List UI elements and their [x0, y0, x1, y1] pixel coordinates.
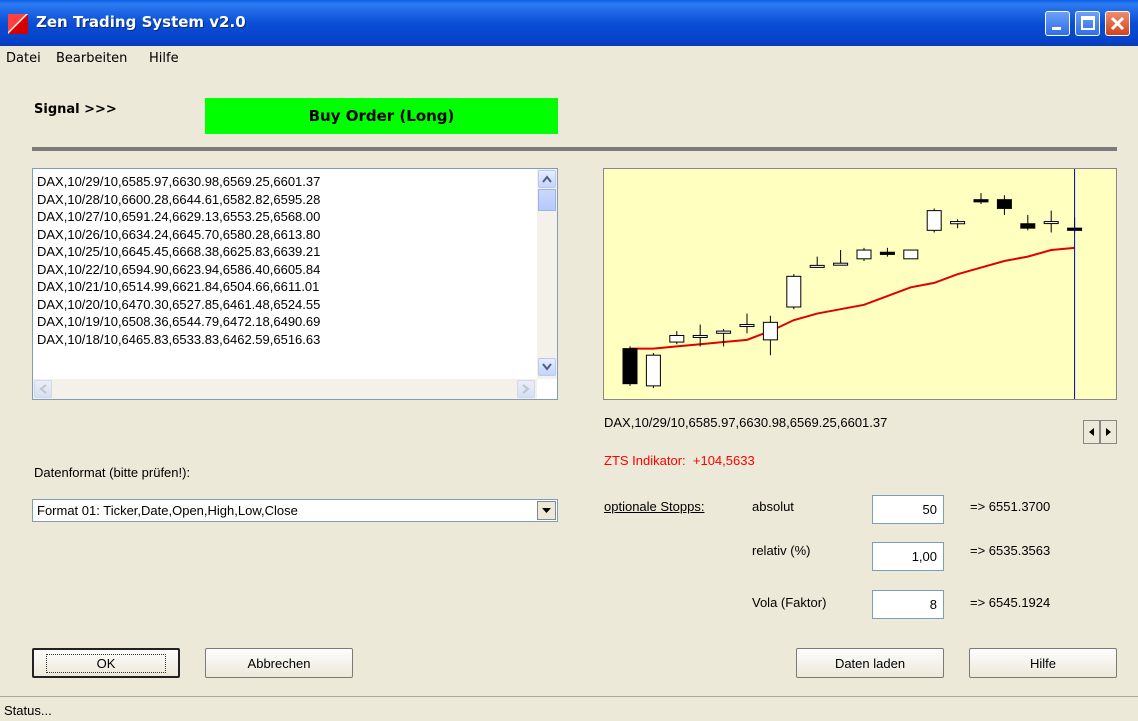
minimize-icon [1052, 27, 1061, 30]
candle-body [716, 330, 732, 334]
scroll-down-button[interactable] [538, 358, 556, 376]
candle-body [692, 334, 708, 338]
data-line[interactable]: DAX,10/28/10,6600.28,6644.61,6582.82,659… [37, 191, 320, 209]
candle-body [622, 348, 638, 385]
candle-body [879, 251, 895, 255]
app-icon [8, 14, 28, 34]
format-label: Datenformat (bitte prüfen!): [34, 465, 191, 480]
candle-body [1043, 221, 1059, 225]
stop-vola-input[interactable]: 8 [872, 590, 944, 619]
maximize-button[interactable] [1075, 11, 1100, 36]
candle-body [926, 210, 942, 231]
arrow-right-icon [1105, 428, 1111, 436]
maximize-icon [1081, 16, 1095, 30]
candle-body [996, 199, 1012, 209]
candle-body [645, 354, 661, 387]
scroll-thumb[interactable] [538, 189, 556, 211]
signal-indicator: Buy Order (Long) [205, 98, 558, 134]
candle-body [786, 275, 802, 308]
chevron-down-icon [542, 363, 552, 371]
arrow-left-icon [1088, 428, 1094, 436]
dropdown-button[interactable] [537, 501, 556, 520]
stop-absolut-label: absolut [752, 499, 794, 514]
window-title: Zen Trading System v2.0 [36, 13, 246, 31]
indicator-value: +104,5633 [692, 453, 755, 468]
candle-body [739, 324, 755, 328]
candle-body [809, 264, 825, 268]
chevron-left-icon [39, 384, 47, 394]
ok-button[interactable]: OK [32, 648, 180, 678]
signal-label: Signal >>> [34, 102, 117, 117]
data-line[interactable]: DAX,10/29/10,6585.97,6630.98,6569.25,660… [37, 173, 320, 191]
load-data-button[interactable]: Daten laden [796, 648, 944, 678]
ok-label: OK [45, 653, 167, 673]
chart-canvas [622, 169, 1083, 399]
help-button[interactable]: Hilfe [969, 648, 1117, 678]
stop-relativ-label: relativ (%) [752, 543, 811, 558]
scroll-right-button[interactable] [517, 380, 535, 398]
price-chart[interactable] [603, 168, 1117, 400]
chevron-right-icon [522, 384, 530, 394]
candle-body [669, 334, 685, 343]
data-line[interactable]: DAX,10/22/10,6594.90,6623.94,6586.40,660… [37, 261, 320, 279]
stop-absolut-result: => 6551.3700 [970, 499, 1051, 514]
candle-body [903, 249, 919, 260]
stop-relativ-input[interactable]: 1,00 [872, 542, 944, 571]
chart-caption: DAX,10/29/10,6585.97,6630.98,6569.25,660… [604, 415, 888, 430]
indicator-label: ZTS Indikator: [604, 453, 686, 468]
menu-hilfe[interactable]: Hilfe [149, 51, 179, 66]
data-line[interactable]: DAX,10/21/10,6514.99,6621.84,6504.66,661… [37, 278, 320, 296]
close-icon [1110, 16, 1125, 31]
indicator-line [630, 246, 1075, 350]
stop-relativ-result: => 6535.3563 [970, 543, 1051, 558]
menu-bearbeiten[interactable]: Bearbeiten [56, 51, 127, 66]
candle-body [1020, 223, 1036, 229]
format-dropdown[interactable]: Format 01: Ticker,Date,Open,High,Low,Clo… [32, 499, 558, 522]
stops-label: optionale Stopps: [604, 499, 705, 514]
stop-absolut-input[interactable]: 50 [872, 495, 944, 524]
cancel-button[interactable]: Abbrechen [205, 648, 353, 678]
separator [32, 147, 1117, 151]
candle-body [973, 199, 989, 203]
data-line[interactable]: DAX,10/26/10,6634.24,6645.70,6580.28,661… [37, 226, 320, 244]
candle-body [856, 249, 872, 260]
data-line[interactable]: DAX,10/19/10,6508.36,6544.79,6472.18,649… [37, 313, 320, 331]
data-line[interactable]: DAX,10/25/10,6645.45,6668.38,6625.83,663… [37, 243, 320, 261]
minimize-button[interactable] [1045, 11, 1070, 36]
status-text: Status... [4, 703, 52, 718]
data-line[interactable]: DAX,10/27/10,6591.24,6629.13,6553.25,656… [37, 208, 320, 226]
format-value: Format 01: Ticker,Date,Open,High,Low,Clo… [37, 503, 298, 518]
close-button[interactable] [1105, 11, 1130, 36]
zts-indicator: ZTS Indikator: +104,5633 [604, 453, 755, 468]
chevron-up-icon [542, 175, 552, 183]
stop-vola-result: => 6545.1924 [970, 595, 1051, 610]
chart-prev-button[interactable] [1083, 420, 1100, 444]
scroll-up-button[interactable] [538, 170, 556, 188]
data-line[interactable]: DAX,10/18/10,6465.83,6533.83,6462.59,651… [37, 331, 320, 349]
candle-body [833, 262, 849, 266]
candle-body [762, 321, 778, 341]
chevron-down-icon [542, 507, 551, 513]
chart-next-button[interactable] [1100, 420, 1117, 444]
horizontal-scrollbar[interactable] [33, 379, 537, 399]
data-line[interactable]: DAX,10/20/10,6470.30,6527.85,6461.48,652… [37, 296, 320, 314]
data-listbox[interactable]: DAX,10/29/10,6585.97,6630.98,6569.25,660… [32, 168, 558, 400]
menu-datei[interactable]: Datei [6, 51, 41, 66]
scroll-left-button[interactable] [34, 380, 52, 398]
status-bar [0, 696, 1138, 721]
data-lines: DAX,10/29/10,6585.97,6630.98,6569.25,660… [37, 173, 320, 348]
candle-body [950, 221, 966, 225]
vertical-scrollbar[interactable] [537, 169, 557, 379]
stop-vola-label: Vola (Faktor) [752, 595, 827, 610]
